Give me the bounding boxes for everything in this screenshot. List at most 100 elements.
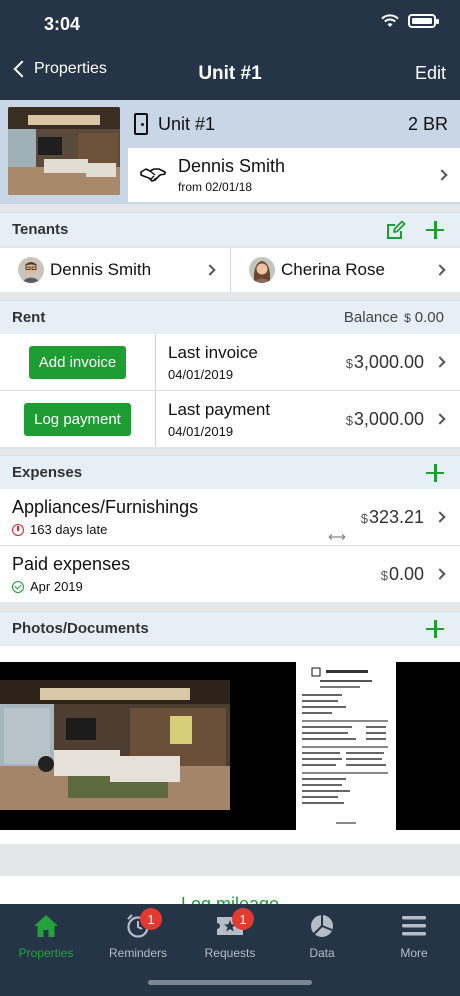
last-invoice-info: Last invoice 04/01/2019 [156, 343, 258, 382]
unit-bedrooms: 2 BR [407, 113, 448, 134]
balance-label: Balance [343, 309, 399, 326]
last-invoice-amount: $ 3,000.00 [346, 352, 424, 373]
status-time: 3:04 [44, 14, 81, 34]
unit-name-row: Unit #1 2 BR [128, 100, 460, 148]
handshake-icon [140, 168, 166, 182]
tenant-item-cherina-rose[interactable]: Cherina Rose [230, 248, 460, 292]
last-payment-title: Last payment [168, 399, 271, 419]
add-expense-icon[interactable] [426, 463, 444, 482]
home-indicator [148, 980, 312, 985]
pie-chart-icon [311, 915, 333, 937]
door-icon [134, 113, 148, 135]
tab-label: Requests [204, 946, 256, 960]
tab-more[interactable]: More [368, 910, 460, 960]
tab-reminders[interactable]: 1 Reminders [92, 908, 184, 960]
chevron-right-icon [436, 169, 448, 181]
tab-label: More [400, 946, 428, 960]
menu-icon [402, 916, 426, 936]
photos-area [0, 646, 460, 844]
expense-amount: $ 0.00 [381, 564, 424, 585]
photo-strip [0, 662, 460, 830]
expense-info: Paid expenses Apr 2019 [12, 554, 130, 594]
log-mileage-row[interactable]: Log mileage [0, 876, 460, 906]
alert-icon [12, 523, 24, 536]
expense-row-appliances[interactable]: Appliances/Furnishings 163 days late $ 3… [0, 489, 460, 545]
last-invoice-title: Last invoice [168, 342, 258, 362]
log-payment-cell: Log payment [0, 391, 156, 447]
last-payment-info: Last payment 04/01/2019 [156, 400, 270, 439]
chevron-right-icon [434, 511, 446, 523]
amount-value: 0.00 [388, 563, 424, 584]
balance-currency: $ [404, 310, 411, 325]
unit-photo[interactable] [8, 107, 120, 195]
lease-card[interactable]: Dennis Smith from 02/01/18 [128, 148, 460, 202]
tenants-section-header: Tenants [0, 212, 460, 246]
photos-section-header: Photos/Documents [0, 611, 460, 645]
unit-header: Unit #1 2 BR Dennis Smith from 02/01/18 [0, 100, 460, 204]
top-bar: 3:04 Properties Unit #1 Edit [0, 0, 460, 100]
expense-status: Apr 2019 [12, 579, 130, 594]
chevron-right-icon [434, 264, 446, 276]
expense-row-paid[interactable]: Paid expenses Apr 2019 $ 0.00 [0, 546, 460, 602]
photos-header-label: Photos/Documents [12, 620, 149, 637]
avatar [18, 257, 44, 283]
expense-title: Appliances/Furnishings [12, 497, 199, 517]
add-tenant-icon[interactable] [426, 220, 444, 239]
tab-label: Reminders [108, 946, 168, 960]
rent-header-label: Rent [12, 309, 46, 326]
page-title: Unit #1 [198, 63, 262, 84]
reminders-badge: 1 [140, 908, 162, 930]
last-invoice-date: 04/01/2019 [168, 366, 234, 382]
tab-properties[interactable]: Properties [0, 910, 92, 960]
chevron-right-icon [434, 356, 446, 368]
add-invoice-cell: Add invoice [0, 334, 156, 390]
tab-label: Data [309, 946, 335, 960]
expense-info: Appliances/Furnishings 163 days late [12, 497, 198, 537]
last-payment-amount: $ 3,000.00 [346, 409, 424, 430]
expense-status-text: 163 days late [30, 522, 108, 537]
last-payment-date: 04/01/2019 [168, 423, 234, 439]
rent-section-header: Rent Balance $0.00 [0, 300, 460, 334]
amount-value: 3,000.00 [353, 351, 424, 372]
expense-status: 163 days late [12, 522, 198, 537]
chevron-right-icon [204, 264, 216, 276]
chevron-right-icon [434, 568, 446, 580]
expense-amount: $ 323.21 [361, 507, 424, 528]
expenses-section-header: Expenses [0, 455, 460, 489]
last-payment-row[interactable]: Log payment Last payment 04/01/2019 $ 3,… [0, 391, 460, 447]
section-gap [0, 844, 460, 876]
expense-title: Paid expenses [12, 554, 131, 574]
avatar [249, 257, 275, 283]
tenant-name: Dennis Smith [50, 260, 152, 279]
unit-name: Unit #1 [158, 113, 216, 134]
tab-data[interactable]: Data [276, 910, 368, 960]
amount-value: 3,000.00 [353, 408, 424, 429]
expenses-header-label: Expenses [12, 464, 83, 481]
balance-value: 0.00 [414, 309, 444, 326]
tenant-name: Cherina Rose [281, 260, 385, 279]
home-icon [34, 915, 58, 937]
edit-note-icon[interactable] [386, 220, 406, 240]
tab-requests[interactable]: 1 Requests [184, 908, 276, 960]
tenants-row: Dennis Smith Cherina Rose [0, 248, 460, 292]
last-invoice-row[interactable]: Add invoice Last invoice 04/01/2019 $ 3,… [0, 334, 460, 390]
room-photo[interactable] [0, 680, 230, 810]
lease-info: Dennis Smith from 02/01/18 [178, 156, 285, 194]
battery-icon [408, 14, 439, 28]
expense-status-text: Apr 2019 [30, 579, 83, 594]
lease-tenant-name: Dennis Smith [178, 156, 286, 176]
add-photo-icon[interactable] [426, 619, 444, 638]
tenant-item-dennis-smith[interactable]: Dennis Smith [0, 248, 230, 292]
drag-handle-icon [328, 534, 346, 540]
currency-symbol: $ [360, 510, 368, 526]
check-icon [12, 580, 24, 593]
currency-symbol: $ [345, 355, 353, 371]
status-icons [380, 14, 439, 28]
requests-badge: 1 [232, 908, 254, 930]
document-thumbnail[interactable] [296, 662, 396, 830]
add-invoice-button[interactable]: Add invoice [28, 345, 127, 379]
log-payment-button[interactable]: Log payment [24, 402, 131, 436]
edit-button[interactable]: Edit [415, 63, 446, 84]
wifi-icon [381, 14, 399, 27]
lease-since: from 02/01/18 [178, 180, 253, 194]
